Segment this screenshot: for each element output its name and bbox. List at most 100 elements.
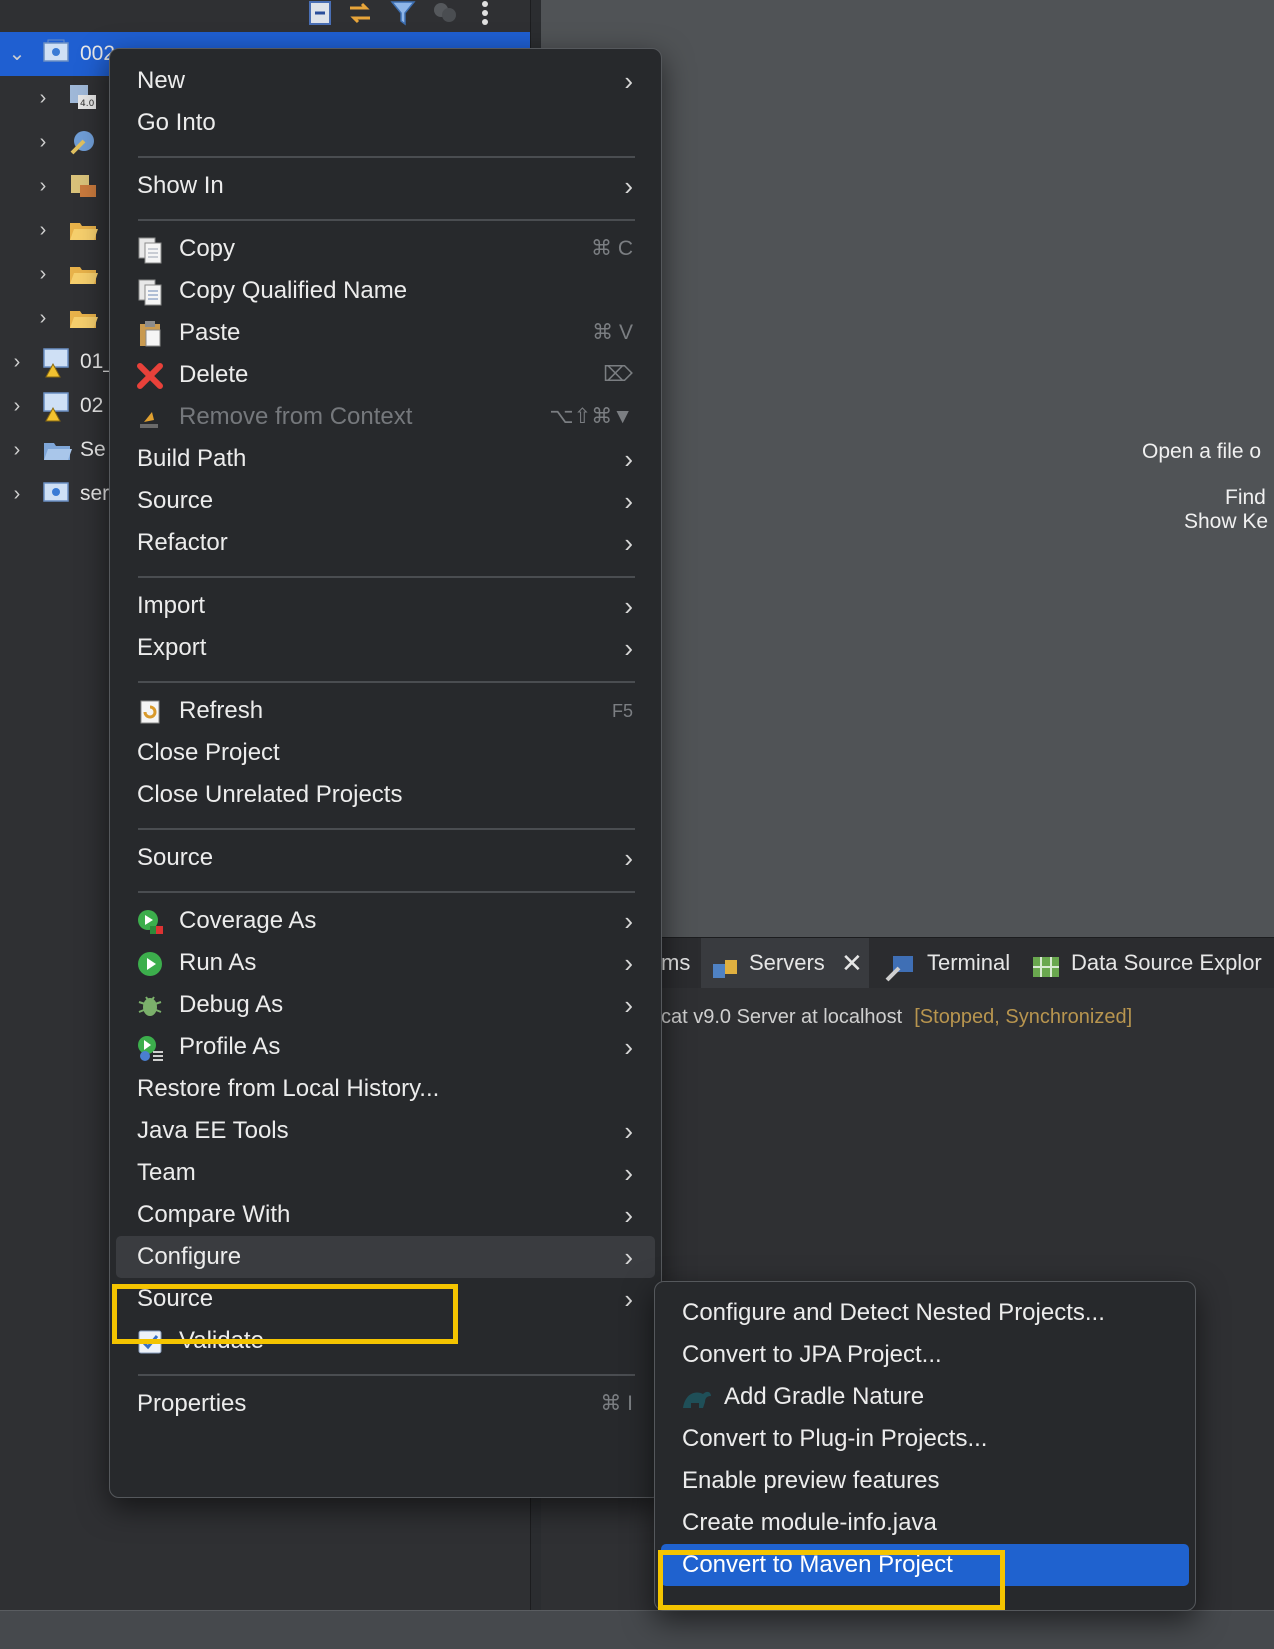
menu-item-run-as[interactable]: Run As ›: [116, 942, 655, 984]
web-project-icon: [42, 39, 72, 69]
menu-item-close-unrelated-projects[interactable]: Close Unrelated Projects: [116, 774, 655, 816]
menu-item-java-ee-tools[interactable]: Java EE Tools ›: [116, 1110, 655, 1152]
chevron-right-icon[interactable]: ›: [33, 120, 53, 164]
validate-checkbox-icon: [136, 1328, 164, 1356]
menu-item-validate[interactable]: Validate: [116, 1320, 655, 1362]
close-icon[interactable]: ✕: [841, 938, 863, 988]
coverage-icon: [136, 908, 164, 936]
deployment-descriptor-icon: 4.0: [68, 83, 98, 113]
menu-item-coverage-as[interactable]: Coverage As ›: [116, 900, 655, 942]
chevron-right-icon[interactable]: ›: [7, 384, 27, 428]
menu-item-label: Team: [137, 1159, 196, 1186]
menu-item-label: Refactor: [137, 529, 228, 556]
chevron-right-icon[interactable]: ›: [33, 76, 53, 120]
collapse-all-icon[interactable]: [305, 0, 335, 30]
menu-item-label: Close Unrelated Projects: [137, 781, 403, 808]
menu-separator: [138, 576, 635, 578]
delete-icon: [136, 362, 164, 390]
remove-context-icon: [136, 404, 164, 432]
menu-item-paste[interactable]: Paste ⌘ V: [116, 312, 655, 354]
web-project-warning-icon: [42, 391, 72, 422]
menu-item-label: Import: [137, 592, 206, 619]
shortcut-label: ⌘ V: [592, 321, 633, 344]
chevron-right-icon[interactable]: ›: [33, 164, 53, 208]
menu-item-restore-local-history[interactable]: Restore from Local History...: [116, 1068, 655, 1110]
tab-servers[interactable]: Servers ✕: [701, 938, 869, 988]
menu-item-label: Compare With: [137, 1201, 291, 1228]
menu-item-copy-qualified-name[interactable]: Copy Qualified Name: [116, 270, 655, 312]
menu-item-add-gradle-nature[interactable]: Add Gradle Nature: [661, 1376, 1189, 1418]
menu-item-convert-maven[interactable]: Convert to Maven Project: [661, 1544, 1189, 1586]
menu-item-build-path[interactable]: Build Path ›: [116, 438, 655, 480]
menu-item-team[interactable]: Team ›: [116, 1152, 655, 1194]
menu-item-label: Enable preview features: [682, 1467, 940, 1494]
tab-label: Data Source Explor: [1071, 950, 1262, 975]
menu-item-remove-from-context: Remove from Context ⌥⇧⌘▼: [116, 396, 655, 438]
menu-item-label: Show In: [137, 172, 224, 199]
chevron-right-icon[interactable]: ›: [33, 296, 53, 340]
menu-item-source-2[interactable]: Source ›: [116, 837, 655, 879]
menu-item-go-into[interactable]: Go Into: [116, 102, 655, 144]
menu-item-label: Java EE Tools: [137, 1117, 289, 1144]
menu-item-refactor[interactable]: Refactor ›: [116, 522, 655, 564]
menu-item-label: Add Gradle Nature: [724, 1383, 925, 1410]
menu-item-label: Source: [137, 844, 214, 871]
web-project-icon: [42, 479, 72, 509]
filter-icon[interactable]: [388, 0, 418, 30]
menu-separator: [138, 681, 635, 683]
view-menu-icon[interactable]: [470, 0, 500, 30]
editor-hint-open[interactable]: Open a file o: [1142, 440, 1261, 464]
chevron-right-icon: ›: [624, 1284, 633, 1314]
tab-problems[interactable]: ms: [661, 938, 690, 988]
chevron-right-icon[interactable]: ›: [7, 428, 27, 472]
chevron-right-icon[interactable]: ›: [7, 340, 27, 384]
terminal-icon: [885, 950, 915, 1000]
server-row[interactable]: cat v9.0 Server at localhost [Stopped, Sy…: [661, 1006, 1132, 1029]
menu-item-label: Run As: [179, 949, 257, 976]
chevron-right-icon[interactable]: ›: [33, 252, 53, 296]
tree-item-label: Se: [80, 438, 106, 461]
servers-folder-icon: [42, 435, 72, 465]
menu-item-source[interactable]: Source ›: [116, 480, 655, 522]
menu-item-copy[interactable]: Copy ⌘ C: [116, 228, 655, 270]
menu-item-label: Configure: [137, 1243, 242, 1270]
menu-item-compare-with[interactable]: Compare With ›: [116, 1194, 655, 1236]
menu-item-debug-as[interactable]: Debug As ›: [116, 984, 655, 1026]
link-with-editor-icon[interactable]: [345, 0, 375, 30]
menu-item-close-project[interactable]: Close Project: [116, 732, 655, 774]
chevron-right-icon[interactable]: ›: [7, 472, 27, 516]
menu-item-refresh[interactable]: Refresh F5: [116, 690, 655, 732]
menu-item-new[interactable]: New ›: [116, 60, 655, 102]
folder-icon: [68, 303, 98, 333]
menu-item-label: Properties: [137, 1390, 247, 1417]
focus-icon[interactable]: [430, 0, 460, 30]
tree-item-label: ser: [80, 482, 110, 505]
editor-hint-keys[interactable]: Show Ke: [1184, 510, 1268, 534]
menu-item-show-in[interactable]: Show In ›: [116, 165, 655, 207]
menu-item-properties[interactable]: Properties ⌘ I: [116, 1383, 655, 1425]
chevron-right-icon: ›: [624, 948, 633, 978]
menu-item-convert-jpa[interactable]: Convert to JPA Project...: [661, 1334, 1189, 1376]
chevron-right-icon: ›: [624, 444, 633, 474]
menu-item-delete[interactable]: Delete ⌦: [116, 354, 655, 396]
menu-item-profile-as[interactable]: Profile As ›: [116, 1026, 655, 1068]
menu-item-configure-detect-nested[interactable]: Configure and Detect Nested Projects...: [661, 1292, 1189, 1334]
chevron-down-icon[interactable]: ⌄: [7, 32, 27, 76]
menu-item-source-3[interactable]: Source ›: [116, 1278, 655, 1320]
menu-item-enable-preview[interactable]: Enable preview features: [661, 1460, 1189, 1502]
editor-hint-find[interactable]: Find: [1225, 486, 1266, 510]
menu-item-export[interactable]: Export ›: [116, 627, 655, 669]
tab-label: Servers: [749, 950, 825, 975]
menu-item-label: Go Into: [137, 109, 216, 136]
menu-item-label: Close Project: [137, 739, 280, 766]
menu-item-import[interactable]: Import ›: [116, 585, 655, 627]
menu-item-convert-plugin[interactable]: Convert to Plug-in Projects...: [661, 1418, 1189, 1460]
menu-item-configure[interactable]: Configure ›: [116, 1236, 655, 1278]
menu-item-label: Convert to JPA Project...: [682, 1341, 942, 1368]
menu-item-create-module-info[interactable]: Create module-info.java: [661, 1502, 1189, 1544]
chevron-right-icon[interactable]: ›: [33, 208, 53, 252]
menu-separator: [138, 1374, 635, 1376]
menu-item-label: Validate: [179, 1327, 264, 1354]
menu-item-label: Delete: [179, 361, 249, 388]
shortcut-label: ⌦: [603, 363, 633, 386]
